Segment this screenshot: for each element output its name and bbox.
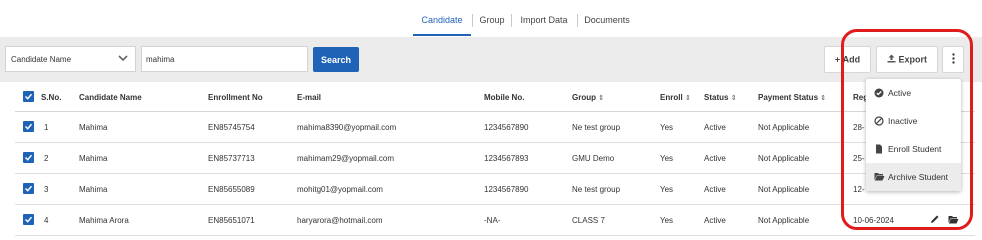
cell-sno: 1 bbox=[44, 123, 49, 132]
filter-field-select[interactable]: Candidate Name bbox=[5, 46, 136, 72]
cell-enroll: Yes bbox=[660, 185, 674, 194]
table-header-row: S.No. Candidate Name Enrollment No E-mai… bbox=[15, 82, 975, 112]
sort-icon: ⇕ bbox=[730, 95, 737, 102]
filter-toolbar: Candidate Name Search + Add Export bbox=[0, 37, 982, 82]
cell-email: mahimam29@yopmail.com bbox=[297, 154, 395, 163]
plus-icon: + bbox=[834, 54, 841, 65]
header-enroll[interactable]: Enroll ⇕ bbox=[660, 93, 691, 102]
cell-enrollment: EN85745754 bbox=[208, 123, 255, 132]
cell-payment: Not Applicable bbox=[758, 216, 810, 225]
header-status-label: Status bbox=[704, 93, 729, 102]
cell-group: CLASS 7 bbox=[572, 216, 605, 225]
cell-email: mahima8390@yopmail.com bbox=[297, 123, 397, 132]
cell-mobile: -NA- bbox=[484, 216, 501, 225]
header-group[interactable]: Group ⇕ bbox=[572, 93, 604, 102]
cell-status: Active bbox=[704, 185, 726, 194]
filter-field-value: Candidate Name bbox=[11, 55, 72, 64]
search-button[interactable]: Search bbox=[313, 47, 359, 72]
cell-enroll: Yes bbox=[660, 123, 674, 132]
cell-enrollment: EN85655089 bbox=[208, 185, 255, 194]
chevron-down-icon[interactable] bbox=[111, 47, 135, 71]
cell-name: Mahima Arora bbox=[79, 216, 129, 225]
cell-name: Mahima bbox=[79, 123, 108, 132]
select-all-checkbox[interactable] bbox=[23, 91, 34, 102]
tab-documents[interactable]: Documents bbox=[580, 8, 634, 36]
table-row[interactable]: 4 Mahima Arora EN85651071 haryarora@hotm… bbox=[15, 205, 975, 236]
sort-icon: ⇕ bbox=[598, 95, 605, 102]
cell-mobile: 1234567890 bbox=[484, 185, 529, 194]
cell-sno: 2 bbox=[44, 154, 49, 163]
cell-status: Active bbox=[704, 123, 726, 132]
tab-group[interactable]: Group bbox=[474, 8, 510, 36]
tab-divider bbox=[511, 14, 512, 27]
cell-mobile: 1234567893 bbox=[484, 154, 529, 163]
cell-name: Mahima bbox=[79, 185, 108, 194]
cell-email: mohitg01@yopmail.com bbox=[297, 185, 383, 194]
table-row[interactable]: 3 Mahima EN85655089 mohitg01@yopmail.com… bbox=[15, 174, 975, 205]
search-input[interactable] bbox=[141, 46, 308, 72]
cell-email: haryarora@hotmail.com bbox=[297, 216, 383, 225]
row-checkbox[interactable] bbox=[23, 183, 34, 194]
header-payment-status-label: Payment Status bbox=[758, 93, 819, 102]
header-candidate-name: Candidate Name bbox=[79, 93, 142, 102]
top-tabs: Candidate Group Import Data Documents bbox=[0, 8, 982, 36]
header-mobile-no: Mobile No. bbox=[484, 93, 525, 102]
row-checkbox[interactable] bbox=[23, 214, 34, 225]
cell-name: Mahima bbox=[79, 154, 108, 163]
header-enrollment-no: Enrollment No bbox=[208, 93, 263, 102]
cell-enrollment: EN85737713 bbox=[208, 154, 255, 163]
tab-candidate[interactable]: Candidate bbox=[413, 8, 471, 36]
cell-payment: Not Applicable bbox=[758, 123, 810, 132]
tab-divider bbox=[577, 14, 578, 27]
tab-import-data[interactable]: Import Data bbox=[514, 8, 574, 36]
table-row[interactable]: 2 Mahima EN85737713 mahimam29@yopmail.co… bbox=[15, 143, 975, 174]
cell-payment: Not Applicable bbox=[758, 185, 810, 194]
header-sno: S.No. bbox=[41, 93, 62, 102]
annotation-highlight bbox=[841, 29, 973, 230]
cell-status: Active bbox=[704, 154, 726, 163]
header-payment-status[interactable]: Payment Status ⇕ bbox=[758, 93, 826, 102]
sort-icon: ⇕ bbox=[820, 95, 827, 102]
cell-sno: 4 bbox=[44, 216, 49, 225]
cell-group: Ne test group bbox=[572, 123, 621, 132]
cell-payment: Not Applicable bbox=[758, 154, 810, 163]
row-checkbox[interactable] bbox=[23, 152, 34, 163]
cell-enrollment: EN85651071 bbox=[208, 216, 255, 225]
header-enroll-label: Enroll bbox=[660, 93, 683, 102]
header-group-label: Group bbox=[572, 93, 596, 102]
tab-divider bbox=[472, 14, 473, 27]
cell-enroll: Yes bbox=[660, 216, 674, 225]
table-row[interactable]: 1 Mahima EN85745754 mahima8390@yopmail.c… bbox=[15, 112, 975, 143]
header-status[interactable]: Status ⇕ bbox=[704, 93, 737, 102]
cell-status: Active bbox=[704, 216, 726, 225]
cell-group: GMU Demo bbox=[572, 154, 615, 163]
header-email: E-mail bbox=[297, 93, 322, 102]
cell-sno: 3 bbox=[44, 185, 49, 194]
row-checkbox[interactable] bbox=[23, 121, 34, 132]
cell-mobile: 1234567890 bbox=[484, 123, 529, 132]
cell-enroll: Yes bbox=[660, 154, 674, 163]
sort-icon: ⇕ bbox=[684, 95, 691, 102]
cell-group: Ne test group bbox=[572, 185, 621, 194]
